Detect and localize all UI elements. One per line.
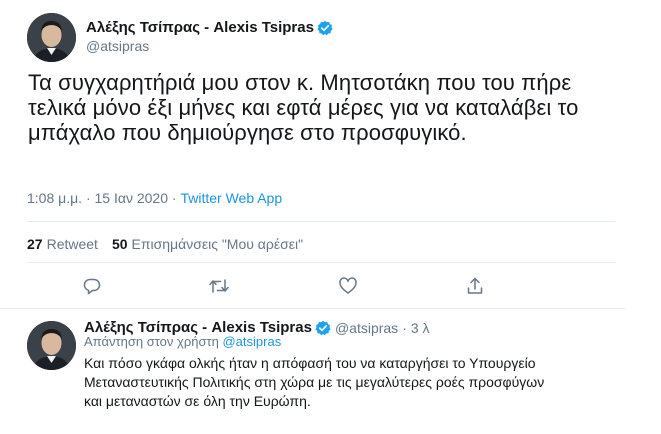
engagement-stats: 27 Retweet 50 Επισημάνσεις "Μου αρέσει" [27,236,303,252]
heart-icon [339,277,357,294]
like-stat[interactable]: 50 Επισημάνσεις "Μου αρέσει" [112,236,303,252]
like-stat-label: Επισημάνσεις "Μου αρέσει" [131,236,304,252]
source-app-link[interactable]: Twitter Web App [180,190,282,206]
reply-text: Και πόσο γκάφα ολκής ήταν η απόφασή του … [84,355,545,409]
reply-author-handle[interactable]: @atsipras [335,320,398,336]
reply-button[interactable] [78,272,106,300]
reply-icon [83,278,101,295]
avatar[interactable] [27,13,76,62]
verified-badge-icon [315,320,331,336]
retweet-stat-label: Retweet [46,236,98,252]
avatar-image [27,321,76,370]
avatar-image [27,13,76,62]
retweet-icon [209,279,229,293]
author-name[interactable]: Αλέξης Τσίπρας - Alexis Tsipras [86,19,314,36]
tweet-meta: 1:08 μ.μ. · 15 Ιαν 2020 · Twitter Web Ap… [27,190,282,206]
share-icon [467,277,483,294]
meta-separator-2: · [171,190,177,206]
reply-tweet[interactable]: Αλέξης Τσίπρας - Alexis Tsipras @atsipra… [0,310,626,434]
tweet-separator [0,308,626,309]
main-tweet: Αλέξης Τσίπρας - Alexis Tsipras @atsipra… [0,0,626,308]
share-button[interactable] [461,272,489,300]
verified-badge-icon [317,20,333,36]
like-button[interactable] [334,272,362,300]
tweet-text: Τα συγχαρητήριά μου στον κ. Μητσοτάκη πο… [28,70,579,145]
replying-to-label: Απάντηση στον χρήστη [84,334,219,349]
like-count: 50 [111,236,128,252]
author-handle[interactable]: @atsipras [86,38,149,54]
divider [27,262,615,263]
tweet-date[interactable]: 15 Ιαν 2020 [95,190,168,206]
replying-to: Απάντηση στον χρήστη @atsipras [84,334,281,349]
retweet-stat[interactable]: 27 Retweet [27,236,98,252]
reply-avatar[interactable] [27,321,76,370]
reply-separator: · [402,319,407,336]
tweet-time[interactable]: 1:08 μ.μ. [27,190,82,206]
replying-to-handle[interactable]: @atsipras [222,334,281,349]
retweet-button[interactable] [205,272,233,300]
retweet-count: 27 [27,236,43,252]
action-bar [0,272,626,302]
reply-age[interactable]: 3 λ [411,320,430,336]
author-row: Αλέξης Τσίπρας - Alexis Tsipras [86,19,333,36]
divider [27,221,615,222]
meta-separator: · [85,190,91,206]
